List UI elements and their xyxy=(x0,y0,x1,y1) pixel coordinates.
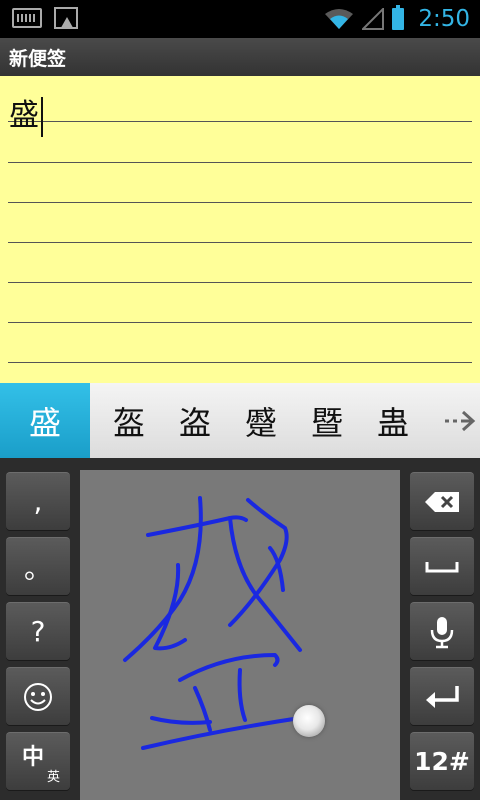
candidate-item[interactable]: 盗 xyxy=(162,383,228,458)
pen-cursor xyxy=(293,705,325,737)
note-rule xyxy=(8,242,472,243)
backspace-icon xyxy=(425,491,459,512)
candidate-item[interactable]: 蹙 xyxy=(228,383,294,458)
smiley-icon xyxy=(24,682,52,711)
note-rule xyxy=(8,322,472,323)
wifi-icon xyxy=(325,9,354,29)
note-rule xyxy=(8,162,472,163)
comma-key[interactable]: , xyxy=(6,472,70,530)
microphone-icon xyxy=(430,616,454,648)
language-switch-key[interactable]: 中 英 xyxy=(6,732,70,790)
candidate-item[interactable]: 盔 xyxy=(96,383,162,458)
arrow-right-icon[interactable] xyxy=(440,383,480,458)
question-key[interactable]: ? xyxy=(6,602,70,660)
space-icon xyxy=(425,561,459,572)
voice-input-key[interactable] xyxy=(410,602,474,660)
note-rule xyxy=(8,362,472,363)
battery-icon xyxy=(392,5,405,30)
backspace-key[interactable] xyxy=(410,472,474,530)
signal-icon xyxy=(362,8,385,30)
emoji-key[interactable] xyxy=(6,667,70,725)
language-main-label: 中 xyxy=(22,745,45,770)
note-rule xyxy=(8,282,472,283)
candidate-item[interactable]: 蛊 xyxy=(360,383,426,458)
language-sub-label: 英 xyxy=(46,770,60,785)
status-bar: 2:50 xyxy=(0,0,480,38)
enter-icon xyxy=(426,685,459,708)
keyboard-icon xyxy=(12,8,42,28)
note-text-content: 盛 xyxy=(9,98,39,133)
candidate-bar: 盛 盔 盗 蹙 暨 蛊 xyxy=(0,383,480,458)
space-key[interactable] xyxy=(410,537,474,595)
note-editor[interactable]: 盛 xyxy=(0,76,480,383)
page-title: 新便签 xyxy=(9,47,67,70)
text-cursor xyxy=(41,96,43,137)
candidate-item[interactable]: 暨 xyxy=(294,383,360,458)
note-rule xyxy=(8,121,472,122)
note-rule xyxy=(8,202,472,203)
note-text[interactable]: 盛 xyxy=(9,90,43,137)
handwriting-strokes xyxy=(123,496,302,750)
status-time: 2:50 xyxy=(418,6,470,32)
title-bar: 新便签 xyxy=(0,38,480,76)
image-icon xyxy=(54,7,78,29)
enter-key[interactable] xyxy=(410,667,474,725)
period-key[interactable]: 。 xyxy=(6,537,70,595)
symbols-key[interactable]: 12# xyxy=(410,732,474,790)
candidate-item-selected[interactable]: 盛 xyxy=(0,383,90,458)
